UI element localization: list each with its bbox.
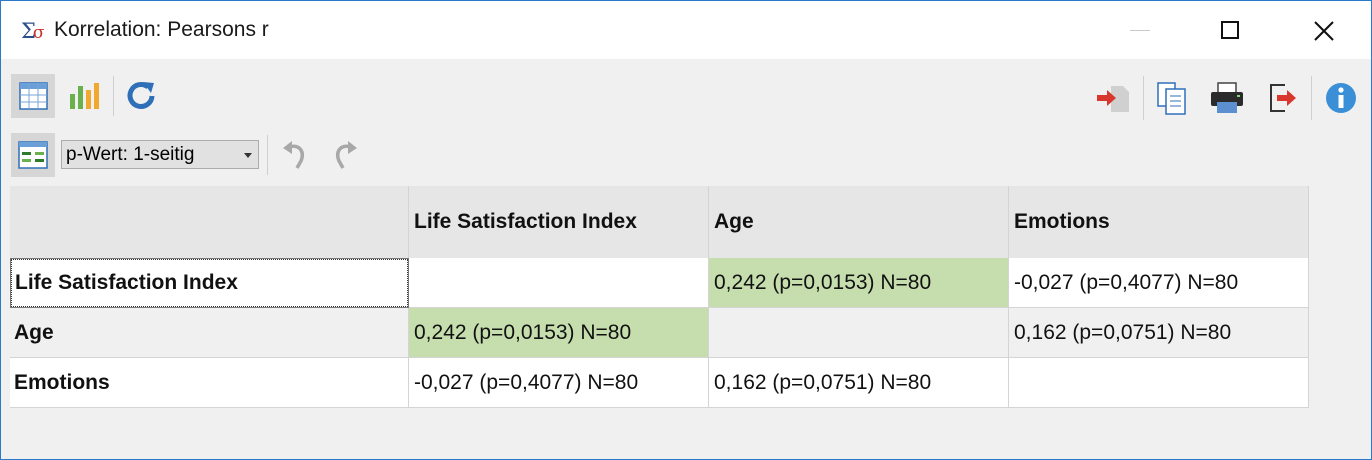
toolbar-separator — [267, 135, 268, 175]
table-cell[interactable]: 0,162 (p=0,0751) N=80 — [709, 358, 1009, 408]
column-header-age[interactable]: Age — [709, 186, 1009, 258]
table-cell[interactable]: 0,242 (p=0,0153) N=80 — [409, 308, 709, 358]
column-header-emotions[interactable]: Emotions — [1009, 186, 1309, 258]
toolbar-separator — [113, 76, 114, 116]
toolbar-separator — [1311, 76, 1312, 120]
table-cell[interactable] — [409, 258, 709, 308]
table-cell[interactable]: -0,027 (p=0,4077) N=80 — [409, 358, 709, 408]
sigma-icon: Σσ — [21, 19, 45, 43]
refresh-icon — [127, 82, 155, 109]
row-header-emotions[interactable]: Emotions — [10, 358, 409, 408]
redo-button[interactable] — [323, 133, 367, 177]
undo-icon — [283, 141, 304, 169]
row-header-life-satisfaction[interactable]: Life Satisfaction Index — [10, 258, 409, 308]
layout-icon — [18, 141, 48, 169]
close-button[interactable] — [1299, 1, 1345, 59]
pvalue-select[interactable]: p-Wert: 1-seitig — [61, 140, 259, 169]
redo-icon — [336, 141, 357, 169]
import-icon — [1097, 86, 1129, 112]
table-cell[interactable]: 0,242 (p=0,0153) N=80 — [709, 258, 1009, 308]
table-cell[interactable] — [1009, 358, 1309, 408]
pvalue-select-value: p-Wert: 1-seitig — [66, 144, 195, 165]
print-icon — [1211, 82, 1243, 113]
chart-view-icon — [70, 83, 99, 109]
title-bar: Σσ Korrelation: Pearsons r — [1, 1, 1371, 59]
info-button[interactable] — [1319, 76, 1363, 120]
copy-button[interactable] — [1151, 76, 1195, 120]
export-button[interactable] — [1261, 76, 1305, 120]
print-button[interactable] — [1205, 76, 1249, 120]
row-header-age[interactable]: Age — [10, 308, 409, 358]
minimize-button[interactable] — [1121, 1, 1167, 59]
export-icon — [1270, 84, 1296, 112]
window-title: Korrelation: Pearsons r — [54, 18, 269, 41]
refresh-button[interactable] — [119, 74, 163, 118]
table-view-icon — [19, 82, 48, 110]
column-header-life-satisfaction[interactable]: Life Satisfaction Index — [409, 186, 709, 258]
close-icon — [1314, 21, 1334, 41]
table-cell[interactable]: 0,162 (p=0,0751) N=80 — [1009, 308, 1309, 358]
toolbar-separator — [1143, 76, 1144, 120]
correlation-table: Life Satisfaction Index Age Emotions Lif… — [10, 186, 1309, 408]
copy-icon — [1157, 82, 1186, 115]
corner-header — [10, 186, 409, 258]
table-cell[interactable] — [709, 308, 1009, 358]
table-cell[interactable]: -0,027 (p=0,4077) N=80 — [1009, 258, 1309, 308]
maximize-button[interactable] — [1208, 1, 1254, 59]
table-view-button[interactable] — [11, 74, 55, 118]
chart-view-button[interactable] — [61, 74, 105, 118]
layout-button[interactable] — [11, 133, 55, 177]
undo-button[interactable] — [273, 133, 317, 177]
chevron-down-icon — [244, 153, 252, 158]
correlation-window: Σσ Korrelation: Pearsons r p-Wert: 1-sei… — [0, 0, 1372, 460]
info-icon — [1326, 83, 1356, 113]
import-button[interactable] — [1091, 76, 1135, 120]
